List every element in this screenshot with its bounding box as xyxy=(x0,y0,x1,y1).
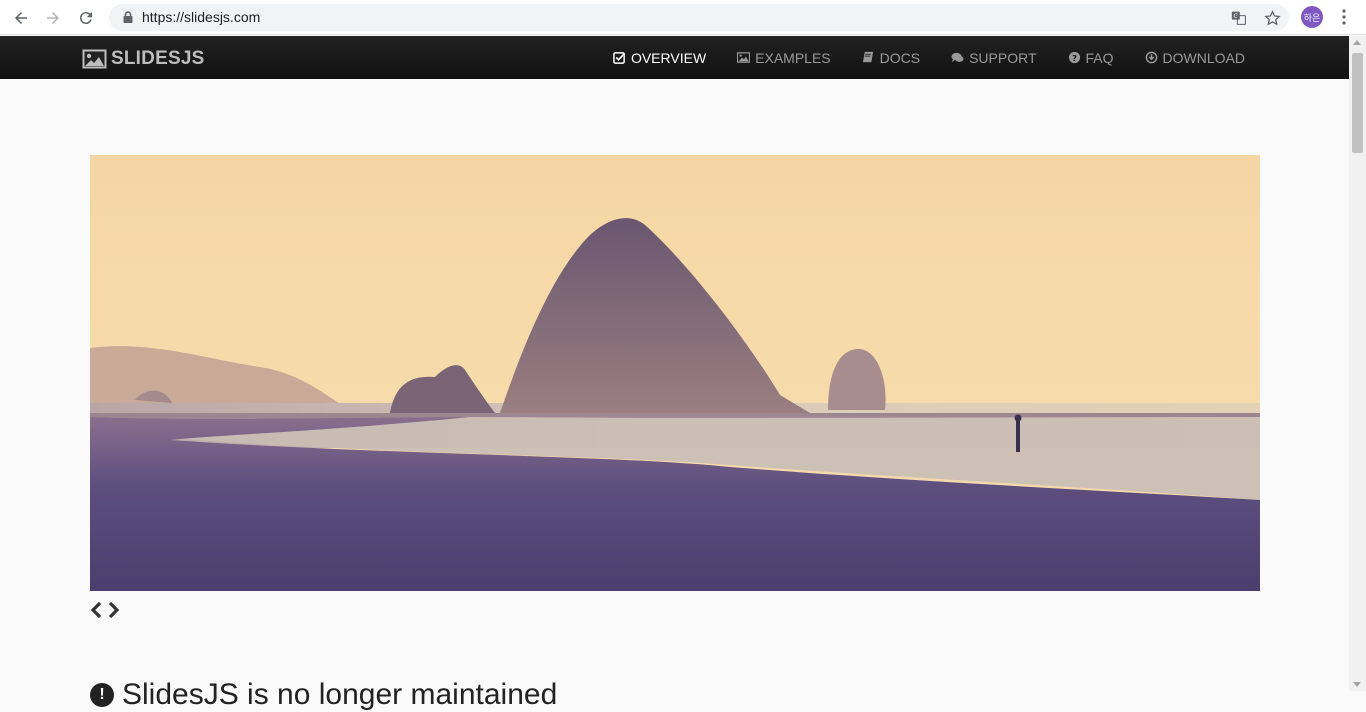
nav-support[interactable]: SUPPORT xyxy=(951,49,1037,66)
scroll-down-arrow[interactable] xyxy=(1353,682,1361,687)
nav-examples[interactable]: EXAMPLES xyxy=(737,49,831,66)
nav-docs-label: DOCS xyxy=(879,49,921,66)
translate-icon[interactable]: G xyxy=(1229,8,1249,28)
nav-faq[interactable]: ? FAQ xyxy=(1068,50,1114,66)
nav-faq-label: FAQ xyxy=(1085,49,1114,66)
nav-docs[interactable]: DOCS xyxy=(862,50,920,66)
nav-overview[interactable]: OVERVIEW xyxy=(613,50,706,66)
svg-text:?: ? xyxy=(1072,53,1077,63)
exclamation-circle-icon: ! xyxy=(90,683,114,707)
site-navbar: SLIDESJS OVERVIEW EXAMPLES DOCS SUPPORT … xyxy=(0,36,1349,79)
maintenance-notice: ! SlidesJS is no longer maintained xyxy=(90,678,557,712)
lock-icon xyxy=(123,11,133,23)
profile-avatar[interactable]: 하은 xyxy=(1301,6,1323,28)
download-circle-icon xyxy=(1145,51,1157,64)
comments-icon xyxy=(951,52,964,63)
forward-icon[interactable] xyxy=(40,5,66,31)
check-square-icon xyxy=(613,52,626,64)
notice-heading: SlidesJS is no longer maintained xyxy=(122,678,558,711)
browser-toolbar: https://slidesjs.com G 하은 xyxy=(0,0,1366,35)
slide-controls xyxy=(89,600,121,620)
nav-download[interactable]: DOWNLOAD xyxy=(1145,50,1245,66)
url-text: https://slidesjs.com xyxy=(142,9,261,25)
star-icon[interactable] xyxy=(1262,8,1282,28)
picture-logo-icon xyxy=(82,49,107,69)
nav-overview-label: OVERVIEW xyxy=(630,49,707,66)
picture-icon xyxy=(737,52,751,63)
menu-icon[interactable] xyxy=(1335,6,1353,28)
chevron-left-icon[interactable] xyxy=(89,600,103,620)
page-scrollbar[interactable] xyxy=(1349,36,1366,691)
nav-support-label: SUPPORT xyxy=(969,49,1037,66)
slideshow-image xyxy=(90,155,1260,591)
nav-download-label: DOWNLOAD xyxy=(1162,49,1245,66)
scroll-up-arrow[interactable] xyxy=(1353,40,1361,45)
back-icon[interactable] xyxy=(8,5,34,31)
reload-icon[interactable] xyxy=(73,5,99,31)
logo-text: SLIDESJS xyxy=(111,48,205,69)
question-circle-icon: ? xyxy=(1068,51,1080,64)
main-nav: OVERVIEW EXAMPLES DOCS SUPPORT ? FAQ DOW… xyxy=(582,36,1245,79)
nav-examples-label: EXAMPLES xyxy=(755,49,831,66)
address-bar[interactable]: https://slidesjs.com G xyxy=(109,4,1289,31)
book-icon xyxy=(862,51,873,63)
chevron-right-icon[interactable] xyxy=(107,600,121,620)
site-logo[interactable]: SLIDESJS xyxy=(82,48,205,69)
scroll-thumb[interactable] xyxy=(1352,53,1363,153)
